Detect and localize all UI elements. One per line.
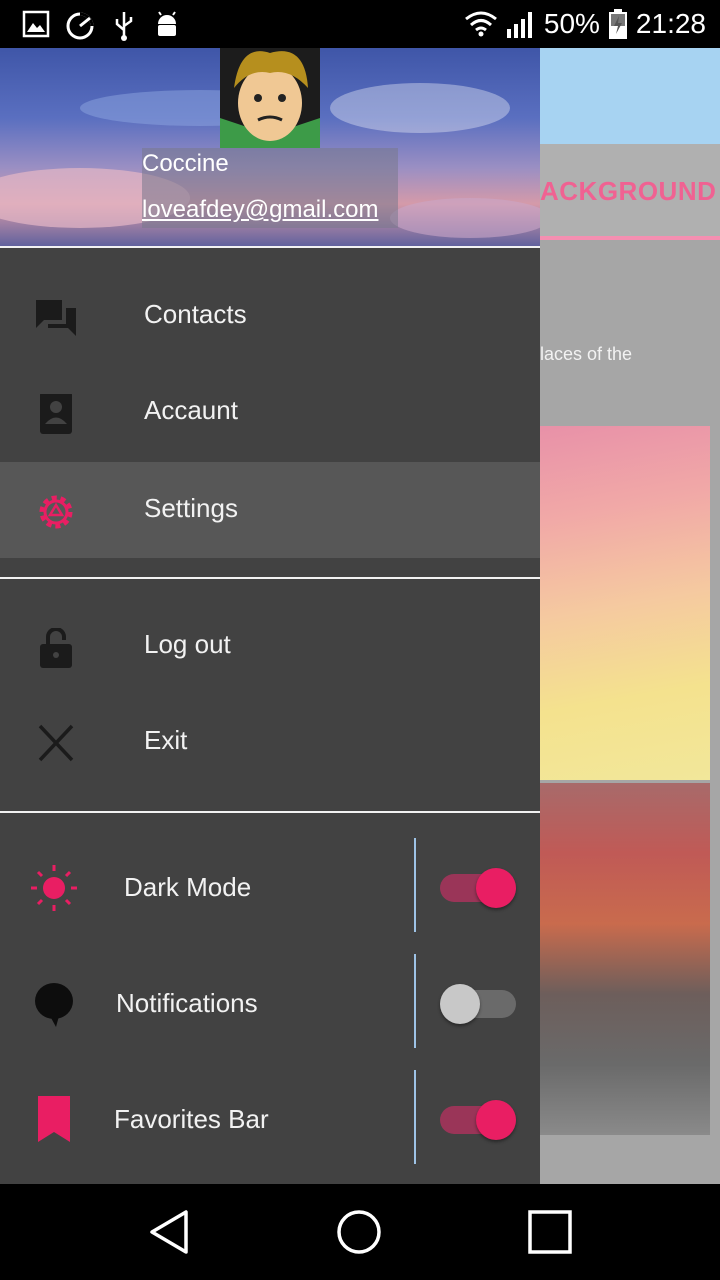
divider bbox=[0, 811, 540, 813]
contact-card-icon bbox=[40, 394, 72, 434]
divider bbox=[0, 577, 540, 579]
status-right: 50% 21:28 bbox=[464, 6, 706, 42]
separator bbox=[414, 838, 416, 932]
android-debug-icon bbox=[158, 11, 176, 36]
close-icon bbox=[38, 724, 74, 762]
lock-open-icon bbox=[40, 628, 72, 668]
menu-item-label: Log out bbox=[144, 629, 231, 659]
background-image-polygon bbox=[540, 426, 710, 780]
favorites-bar-label: Favorites Bar bbox=[114, 1104, 269, 1134]
system-nav-bar bbox=[0, 1184, 720, 1280]
chat-bubbles-icon bbox=[36, 300, 76, 336]
menu-item-settings[interactable]: Settings bbox=[0, 462, 540, 558]
background-toolbar bbox=[540, 48, 720, 144]
wifi-icon bbox=[464, 11, 497, 37]
avatar-face-icon bbox=[220, 48, 320, 148]
background-image-desert-road bbox=[540, 783, 710, 1135]
background-tab-indicator bbox=[540, 236, 720, 240]
usb-icon bbox=[115, 12, 133, 41]
notifications-label: Notifications bbox=[116, 988, 258, 1018]
clock: 21:28 bbox=[635, 8, 706, 39]
battery-charging-icon bbox=[608, 9, 627, 39]
menu-item-exit[interactable]: Exit bbox=[0, 694, 540, 790]
dark-mode-switch[interactable] bbox=[440, 868, 518, 908]
separator bbox=[414, 1070, 416, 1164]
speech-bubble-icon bbox=[35, 983, 73, 1027]
back-icon[interactable] bbox=[146, 1208, 194, 1256]
switch-thumb bbox=[440, 984, 480, 1024]
user-email[interactable]: loveafdey@gmail.com bbox=[142, 196, 378, 224]
status-bar: 50% 21:28 bbox=[0, 0, 720, 48]
battery-percent: 50% bbox=[543, 8, 600, 39]
recents-icon[interactable] bbox=[526, 1208, 574, 1256]
sync-icon bbox=[66, 12, 94, 40]
toggle-row-dark-mode: Dark Mode bbox=[0, 834, 540, 950]
menu-item-contacts[interactable]: Contacts bbox=[0, 268, 540, 364]
switch-thumb bbox=[476, 1100, 516, 1140]
menu-item-label: Accaunt bbox=[144, 395, 238, 425]
avatar[interactable] bbox=[220, 48, 320, 148]
gallery-icon bbox=[22, 10, 50, 38]
switch-thumb bbox=[476, 868, 516, 908]
bookmark-icon bbox=[38, 1096, 70, 1142]
toggle-row-favorites-bar: Favorites Bar bbox=[0, 1066, 540, 1182]
background-tab-label: ACKGROUND bbox=[540, 176, 717, 206]
menu-item-account[interactable]: Accaunt bbox=[0, 364, 540, 460]
background-text: laces of the bbox=[540, 344, 633, 364]
menu-item-logout[interactable]: Log out bbox=[0, 598, 540, 694]
favorites-bar-switch[interactable] bbox=[440, 1100, 518, 1140]
navigation-drawer: Coccine loveafdey@gmail.com Contacts Acc… bbox=[0, 48, 540, 1184]
signal-icon bbox=[506, 12, 532, 38]
menu-item-label: Contacts bbox=[144, 299, 247, 329]
dark-mode-label: Dark Mode bbox=[124, 872, 252, 902]
menu-item-label: Exit bbox=[144, 725, 188, 755]
divider bbox=[0, 246, 540, 248]
sun-icon bbox=[31, 865, 77, 911]
drawer-header: Coccine loveafdey@gmail.com bbox=[0, 48, 540, 248]
menu-item-label: Settings bbox=[144, 493, 238, 523]
notifications-switch[interactable] bbox=[440, 984, 518, 1024]
home-icon[interactable] bbox=[335, 1208, 383, 1256]
user-name: Coccine bbox=[142, 150, 229, 177]
separator bbox=[414, 954, 416, 1048]
toggle-row-notifications: Notifications bbox=[0, 950, 540, 1066]
gear-icon bbox=[39, 495, 73, 529]
